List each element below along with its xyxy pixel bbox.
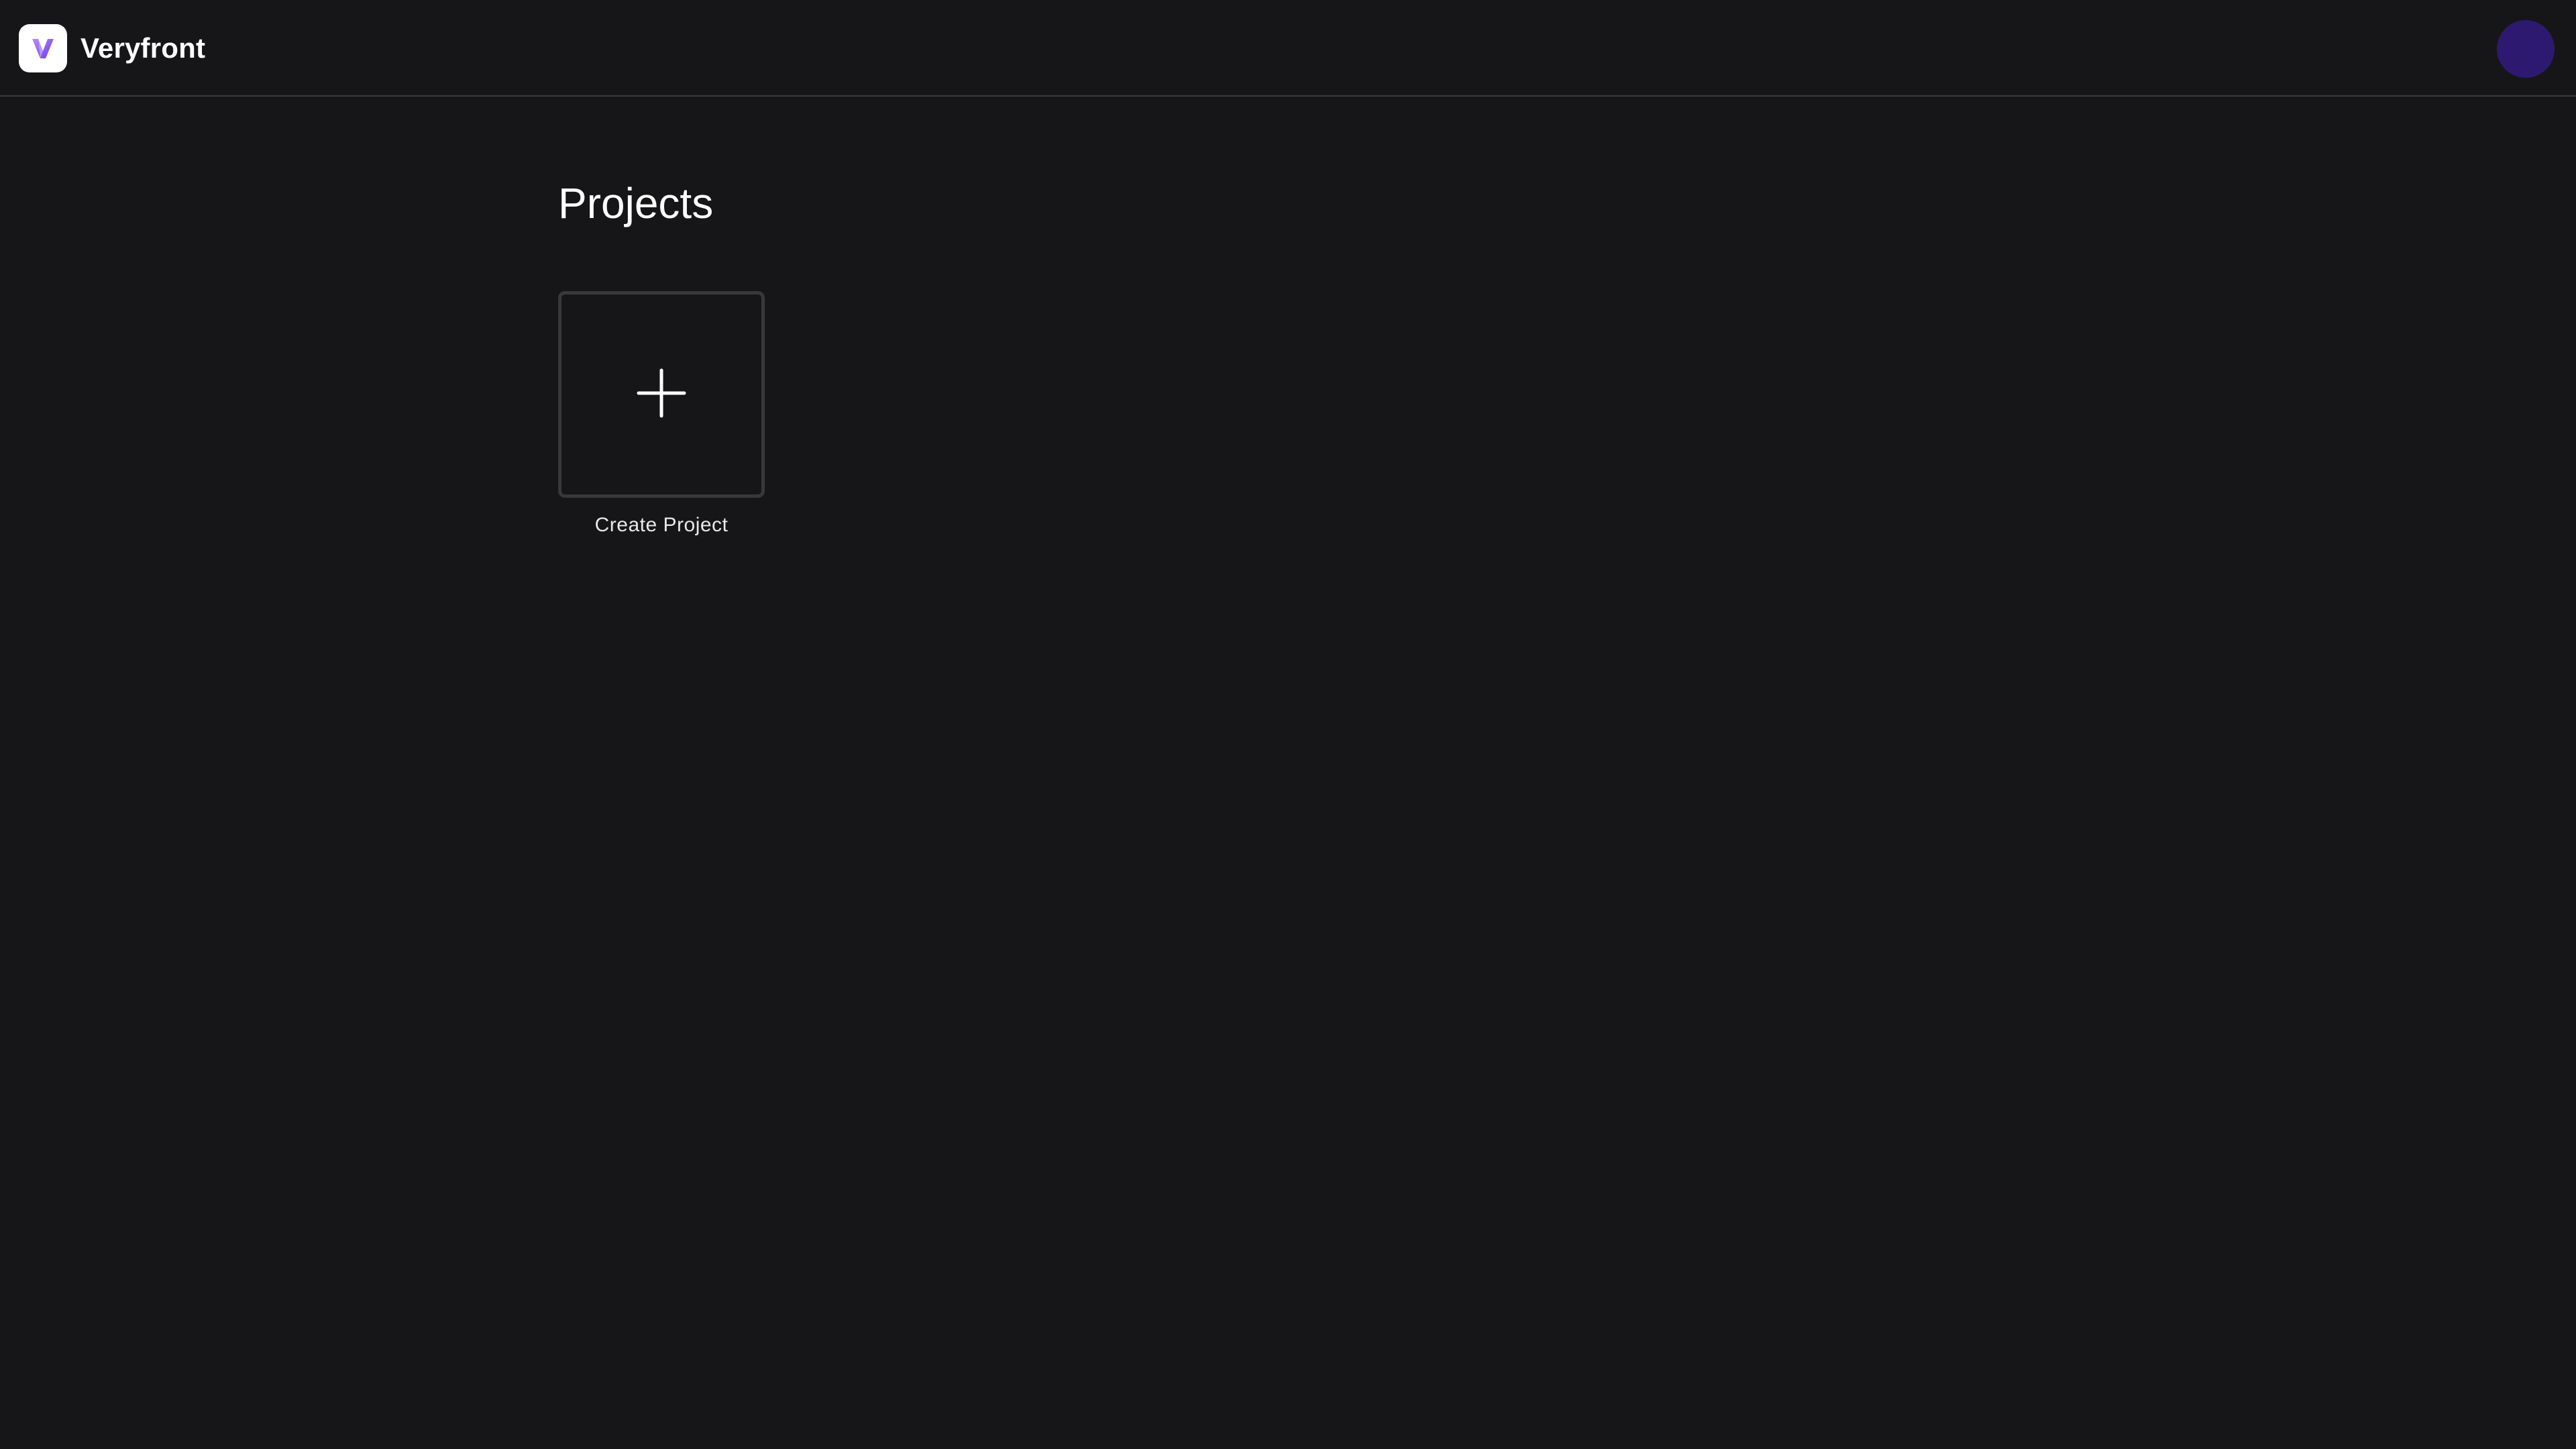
veryfront-logo-icon [19, 24, 67, 72]
user-avatar[interactable] [2497, 20, 2555, 78]
brand-home-link[interactable]: Veryfront [19, 24, 205, 72]
app-name: Veryfront [80, 32, 206, 64]
create-project-button[interactable] [558, 291, 765, 498]
top-bar: Veryfront [0, 0, 2576, 97]
page-title: Projects [558, 179, 714, 227]
create-project-label[interactable]: Create Project [558, 514, 765, 537]
plus-icon [635, 366, 688, 423]
